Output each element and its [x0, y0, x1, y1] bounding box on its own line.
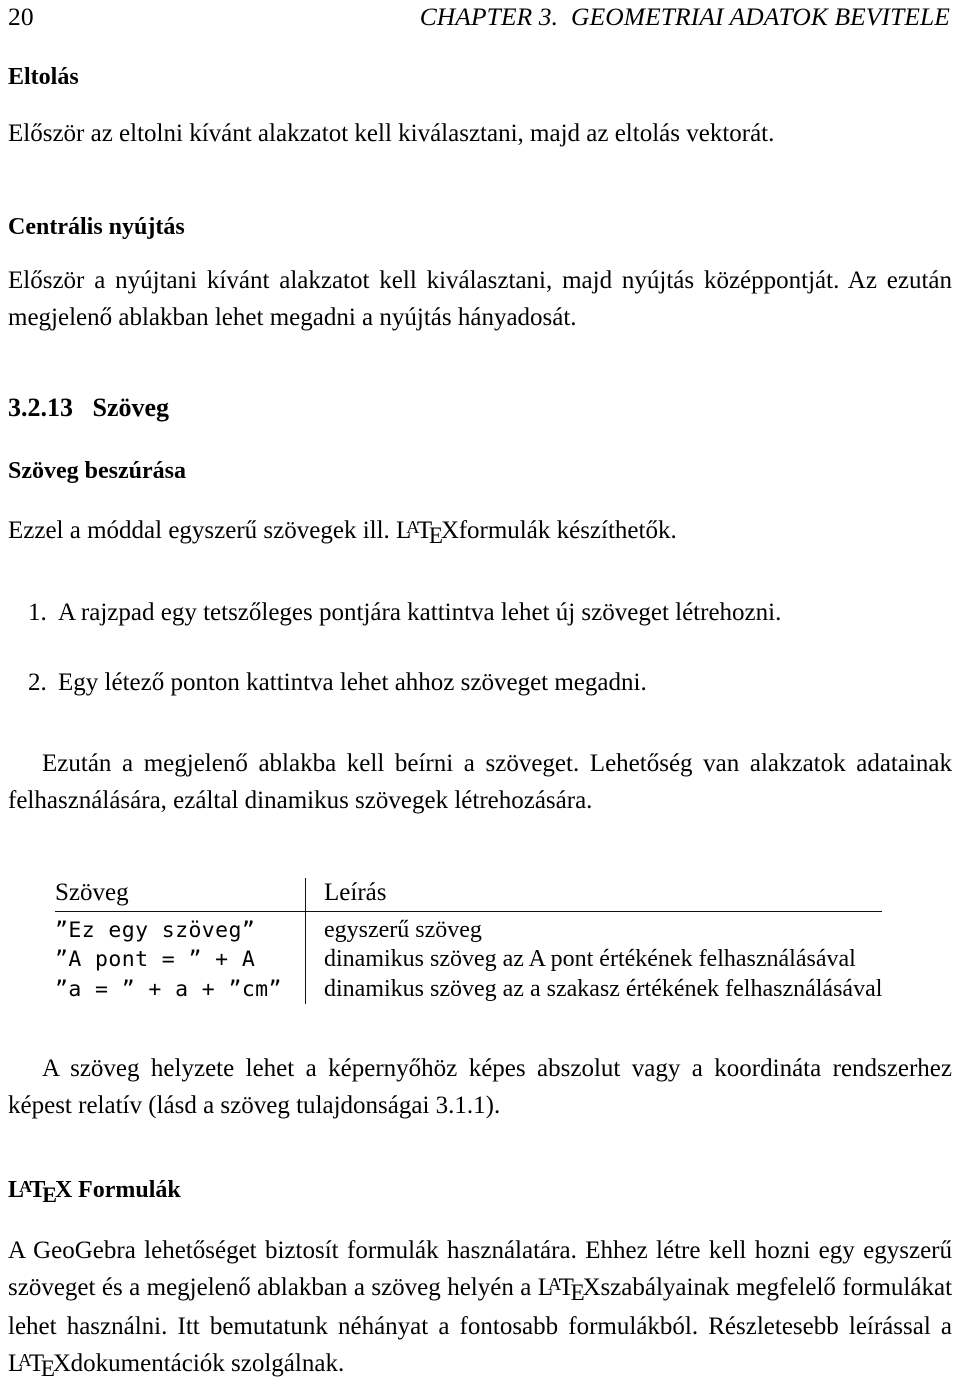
table-header: Szöveg Leírás — [55, 878, 883, 911]
heading-eltolas: Eltolás — [8, 64, 79, 90]
list-item: 2. Egy létező ponton kattintva lehet ahh… — [0, 664, 944, 701]
heading-centralis-nyujtas-block: Centrális nyújtás — [8, 213, 952, 241]
list-item-label: A rajzpad egy tetszőleges pontjára katti… — [58, 599, 782, 626]
chapter-title: CHAPTER 3. GEOMETRIAI ADATOK BEVITELE — [419, 2, 950, 31]
paragraph-centralis-nyujtas: Először a nyújtani kívánt alakzatot kell… — [8, 267, 952, 331]
latex-para-part3: dokumentációk szolgálnak. — [70, 1350, 345, 1377]
paragraph-eltolas-block: Először az eltolni kívánt alakzatot kell… — [8, 115, 952, 152]
paragraph-after-list: Ezután a megjelenő ablakba kell beírni a… — [8, 750, 952, 814]
paragraph-szoveg-intro: Ezzel a móddal egyszerű szövegek ill. LA… — [8, 512, 952, 551]
table-cell-code: ”a = ” + a + ”cm” — [55, 976, 282, 1002]
ordered-list: 1. A rajzpad egy tetszőleges pontjára ka… — [0, 594, 944, 631]
table-cell-code: ”Ez egy szöveg” — [55, 917, 256, 943]
running-head: 20 CHAPTER 3. GEOMETRIAI ADATOK BEVITELE — [8, 2, 950, 34]
table-column-header-szoveg: Szöveg — [55, 879, 129, 906]
list-item-number: 2. — [28, 669, 47, 696]
table-cell-code: ”A pont = ” + A — [55, 947, 256, 972]
paragraph-centralis-nyujtas-block: Először a nyújtani kívánt alakzatot kell… — [8, 262, 952, 336]
latex-logo-icon: LATEX — [8, 1177, 73, 1207]
paragraph-latex-formulak-block: A GeoGebra lehetőséget biztosít formulák… — [8, 1232, 952, 1384]
table-cell-desc: dinamikus szöveg az A pont értékének fel… — [305, 945, 883, 975]
szoveg-table-wrap: Szöveg Leírás ”Ez egy szöveg” egyszerű s… — [55, 878, 925, 1004]
intro-text-before-logo: Ezzel a móddal egyszerű szövegek ill. — [8, 517, 397, 544]
paragraph-eltolas: Először az eltolni kívánt alakzatot kell… — [8, 120, 775, 147]
heading-latex-formulak: LATEX Formulák — [8, 1176, 952, 1207]
table-cell-desc: egyszerű szöveg — [305, 911, 883, 945]
subheading-szoveg-beszurasa-block: Szöveg beszúrása — [8, 457, 952, 485]
section-title: Szöveg — [92, 393, 170, 422]
list-item-number: 1. — [28, 599, 47, 626]
latex-logo-icon: LATEX — [8, 1350, 71, 1381]
paragraph-szoveg-intro-block: Ezzel a móddal egyszerű szövegek ill. LA… — [8, 512, 952, 551]
table-row: ”A pont = ” + A dinamikus szöveg az A po… — [55, 945, 883, 975]
section-number: 3.2.13 — [8, 393, 73, 422]
table-row: ”Ez egy szöveg” egyszerű szöveg — [55, 911, 883, 945]
heading-centralis-nyujtas: Centrális nyújtás — [8, 214, 185, 240]
list-item: 1. A rajzpad egy tetszőleges pontjára ka… — [0, 594, 944, 631]
table-row: ”a = ” + a + ”cm” dinamikus szöveg az a … — [55, 974, 883, 1004]
section-heading: 3.2.13 Szöveg — [8, 393, 952, 423]
table-body: ”Ez egy szöveg” egyszerű szöveg ”A pont … — [55, 911, 883, 1004]
table-header-row: Szöveg Leírás — [55, 878, 883, 911]
paragraph-szoveg-closing-block: A szöveg helyzete lehet a képernyőhöz ké… — [8, 1050, 952, 1124]
latex-logo-icon: LATEX — [537, 1274, 601, 1305]
table-column-header-leiras: Leírás — [305, 878, 883, 911]
section-heading-block: 3.2.13 Szöveg — [8, 393, 952, 423]
intro-text-after-logo: formulák készíthetők. — [458, 517, 677, 544]
latex-logo-icon: LATEX — [396, 517, 459, 548]
subheading-szoveg-beszurasa: Szöveg beszúrása — [8, 458, 186, 484]
heading-eltolas-block: Eltolás — [8, 63, 952, 91]
paragraph-latex-formulak: A GeoGebra lehetőséget biztosít formulák… — [8, 1232, 952, 1384]
paragraph-after-list-block: Ezután a megjelenő ablakba kell beírni a… — [8, 745, 952, 819]
szoveg-table: Szöveg Leírás ”Ez egy szöveg” egyszerű s… — [55, 878, 883, 1004]
heading-latex-formulak-block: LATEX Formulák — [8, 1176, 952, 1207]
ordered-list-continued: 2. Egy létező ponton kattintva lehet ahh… — [0, 664, 944, 701]
heading-latex-formulak-suffix: Formulák — [72, 1177, 181, 1203]
document-page: 20 CHAPTER 3. GEOMETRIAI ADATOK BEVITELE… — [0, 0, 960, 1381]
list-item-label: Egy létező ponton kattintva lehet ahhoz … — [58, 669, 647, 696]
table-cell-desc: dinamikus szöveg az a szakasz értékének … — [305, 974, 883, 1004]
page-number: 20 — [8, 2, 34, 31]
paragraph-szoveg-closing: A szöveg helyzete lehet a képernyőhöz ké… — [8, 1055, 952, 1119]
